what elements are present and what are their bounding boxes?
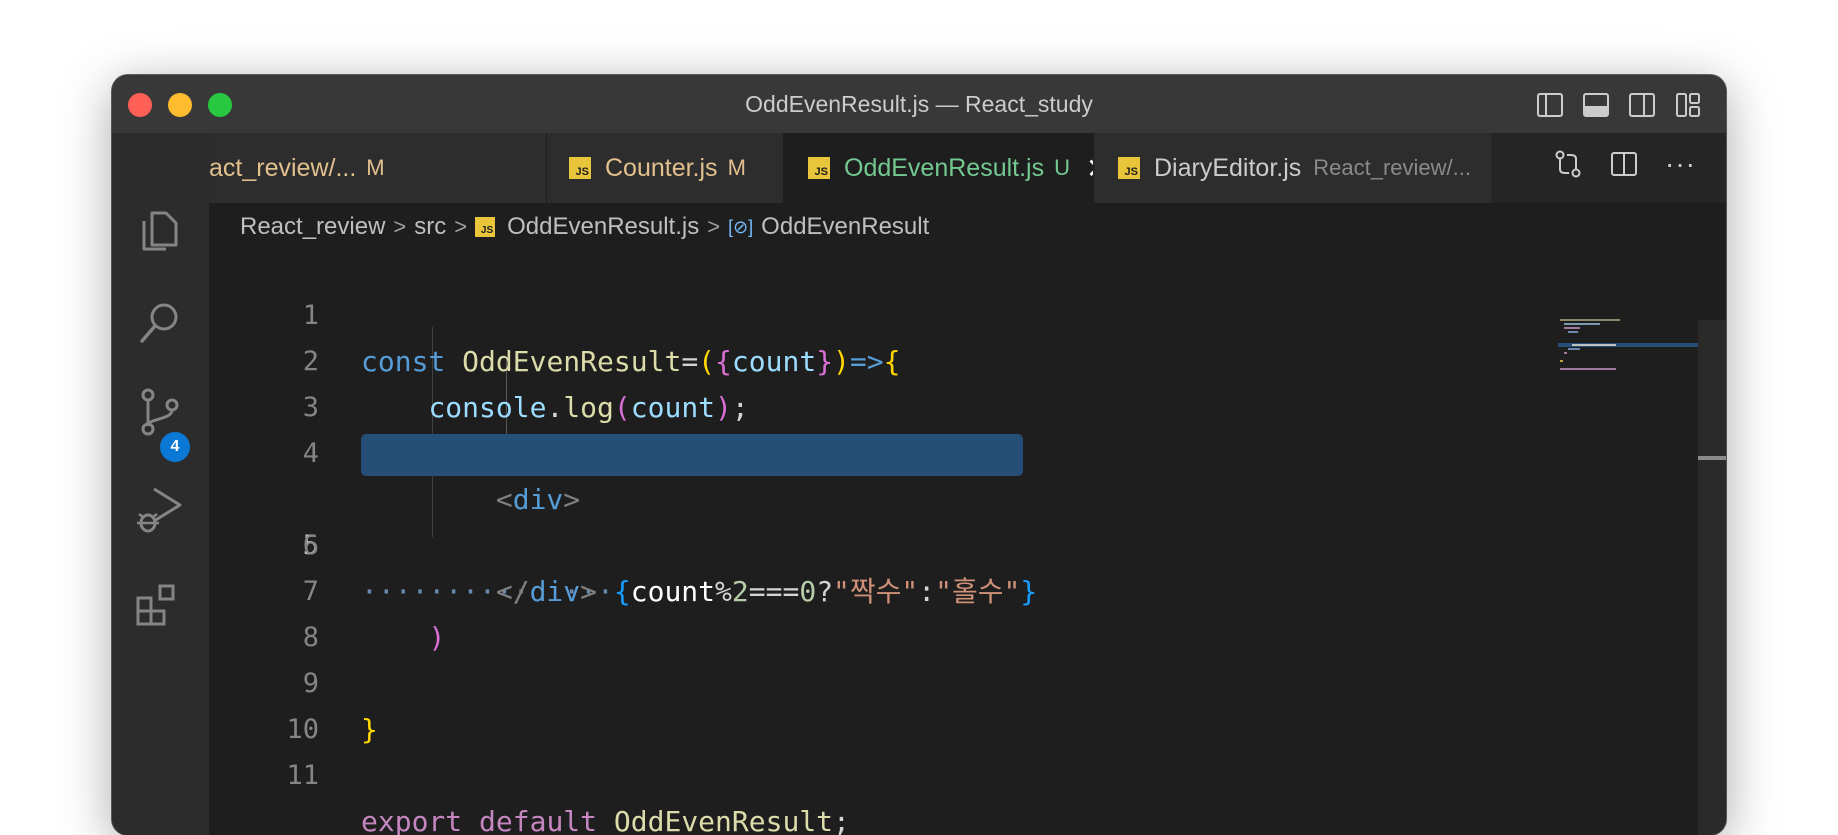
keyword: export	[361, 805, 463, 835]
chevron-right-icon: >	[707, 214, 721, 239]
tab-status: M	[727, 155, 746, 180]
customize-layout-icon[interactable]	[1674, 91, 1702, 119]
code-line: 1 const OddEvenResult=({count})=>{	[209, 247, 1698, 378]
extensions-icon[interactable]	[134, 580, 186, 632]
text-selection	[361, 434, 1023, 476]
breadcrumb-item[interactable]: React_review	[240, 213, 385, 241]
keyword: default	[479, 805, 598, 835]
layout-controls	[1536, 91, 1702, 119]
code-line: 9 }	[209, 615, 1698, 746]
more-actions-icon[interactable]: ···	[1665, 150, 1696, 178]
toggle-primary-sidebar-icon[interactable]	[1536, 91, 1564, 119]
run-debug-icon[interactable]	[134, 483, 186, 535]
editor-actions: ···	[1553, 149, 1696, 179]
code-editor[interactable]: 1 const OddEvenResult=({count})=>{ 2 con…	[209, 247, 1698, 835]
breadcrumb-item[interactable]: OddEvenResult	[761, 213, 929, 241]
source-control-badge: 4	[160, 432, 190, 462]
breadcrumb-item[interactable]: src	[414, 213, 446, 241]
tab-react-review[interactable]: act_review/... M	[209, 133, 547, 203]
chevron-right-icon: >	[393, 214, 407, 239]
tab-label: Counter.js	[605, 153, 718, 182]
code-line: 8	[209, 569, 1698, 653]
minimap[interactable]	[1558, 318, 1698, 378]
editor-tabs: act_review/... M JS Counter.js M JS OddE…	[209, 133, 1726, 203]
js-file-icon: JS	[569, 157, 591, 179]
code-line-current: 5 ·········· ···{count%2===0?"짝수":"홀수"}	[209, 431, 1698, 608]
search-icon[interactable]	[134, 297, 186, 349]
tab-status: M	[366, 155, 385, 180]
tab-status: U	[1054, 155, 1070, 180]
tab-label: DiaryEditor.js	[1154, 153, 1302, 182]
scrollbar-position-marker	[1698, 456, 1726, 460]
source-control-icon[interactable]	[134, 387, 186, 439]
breadcrumb-item[interactable]: OddEvenResult.js	[507, 213, 699, 241]
symbol-variable-icon: [⊘]	[728, 216, 754, 237]
code-line: 7 )	[209, 523, 1698, 654]
js-file-icon: JS	[475, 217, 496, 237]
tab-label: OddEvenResult.js	[844, 153, 1045, 182]
tab-label: act_review/...	[209, 153, 357, 182]
tab-counter-js[interactable]: JS Counter.js M	[547, 133, 784, 203]
toggle-secondary-sidebar-icon[interactable]	[1628, 91, 1656, 119]
punctuation: ;	[833, 805, 850, 835]
close-icon[interactable]: ✕	[1086, 152, 1093, 185]
open-changes-icon[interactable]	[1553, 149, 1583, 179]
tab-oddevenresult-js[interactable]: JS OddEvenResult.js U ✕	[784, 133, 1094, 203]
tab-description: React_review/...	[1313, 155, 1471, 180]
js-file-icon: JS	[808, 157, 830, 179]
tab-diaryeditor-js[interactable]: JS DiaryEditor.js React_review/...	[1094, 133, 1493, 203]
chevron-right-icon: >	[454, 214, 468, 239]
code-line: 3 return(	[209, 339, 1698, 470]
split-editor-icon[interactable]	[1609, 149, 1639, 179]
editor-window: OddEvenResult.js — React_study 4 act_rev…	[112, 75, 1726, 835]
explorer-icon[interactable]	[134, 205, 186, 257]
line-number: 11	[286, 760, 319, 791]
identifier: OddEvenResult	[613, 805, 834, 835]
vertical-scrollbar[interactable]	[1698, 320, 1726, 835]
activity-bar: 4	[112, 133, 209, 835]
toggle-panel-icon[interactable]	[1582, 91, 1610, 119]
code-line: 6 </div>	[209, 477, 1698, 608]
code-line: 10	[209, 661, 1698, 745]
code-line: 4 <div>	[209, 385, 1698, 516]
breadcrumb: React_review > src > JS OddEvenResult.js…	[240, 207, 929, 247]
line-content: export default OddEvenResult;	[361, 799, 850, 835]
js-file-icon: JS	[1118, 157, 1140, 179]
title-bar: OddEvenResult.js — React_study	[112, 75, 1726, 134]
window-title: OddEvenResult.js — React_study	[745, 91, 1093, 117]
code-line: 2 console.log(count);	[209, 293, 1698, 424]
code-line: 11 export default OddEvenResult;	[209, 707, 1698, 835]
